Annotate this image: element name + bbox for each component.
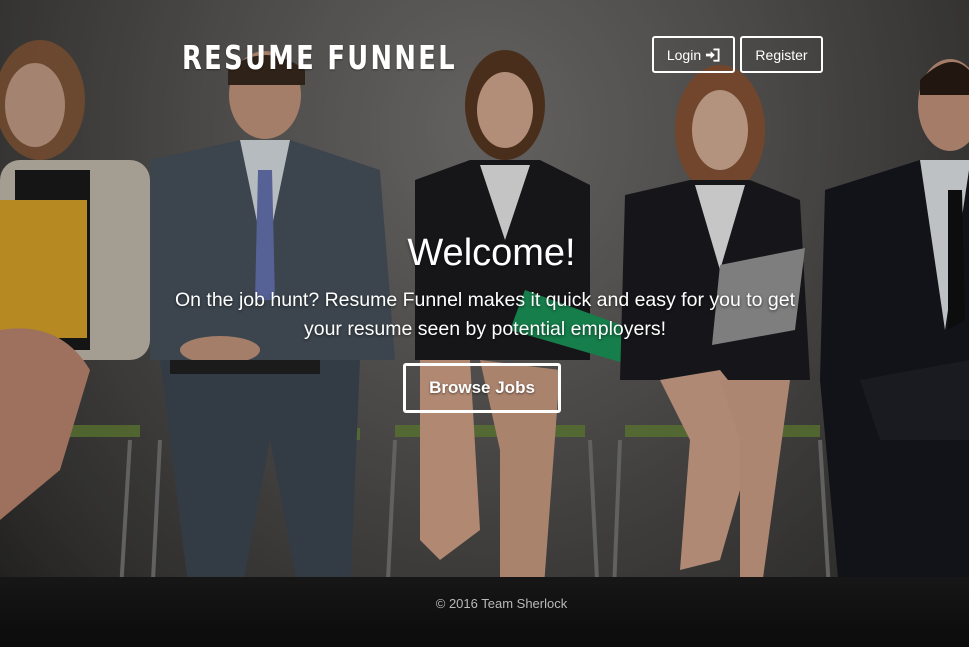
hero-title: Welcome! — [407, 232, 576, 274]
footer-copyright: © 2016 Team Sherlock — [435, 596, 568, 611]
brand-logo[interactable]: RESUME FUNNEL — [182, 38, 457, 77]
login-button[interactable]: Login — [652, 36, 735, 73]
top-nav: Login Register — [652, 36, 823, 73]
register-button[interactable]: Register — [740, 36, 823, 73]
browse-jobs-button[interactable]: Browse Jobs — [403, 363, 561, 413]
login-label: Login — [666, 46, 702, 63]
landing-page: RESUME FUNNEL Login Register Welcome! On… — [0, 0, 969, 647]
sign-in-icon — [706, 47, 720, 62]
hero-subtitle: On the job hunt? Resume Funnel makes it … — [174, 289, 796, 340]
